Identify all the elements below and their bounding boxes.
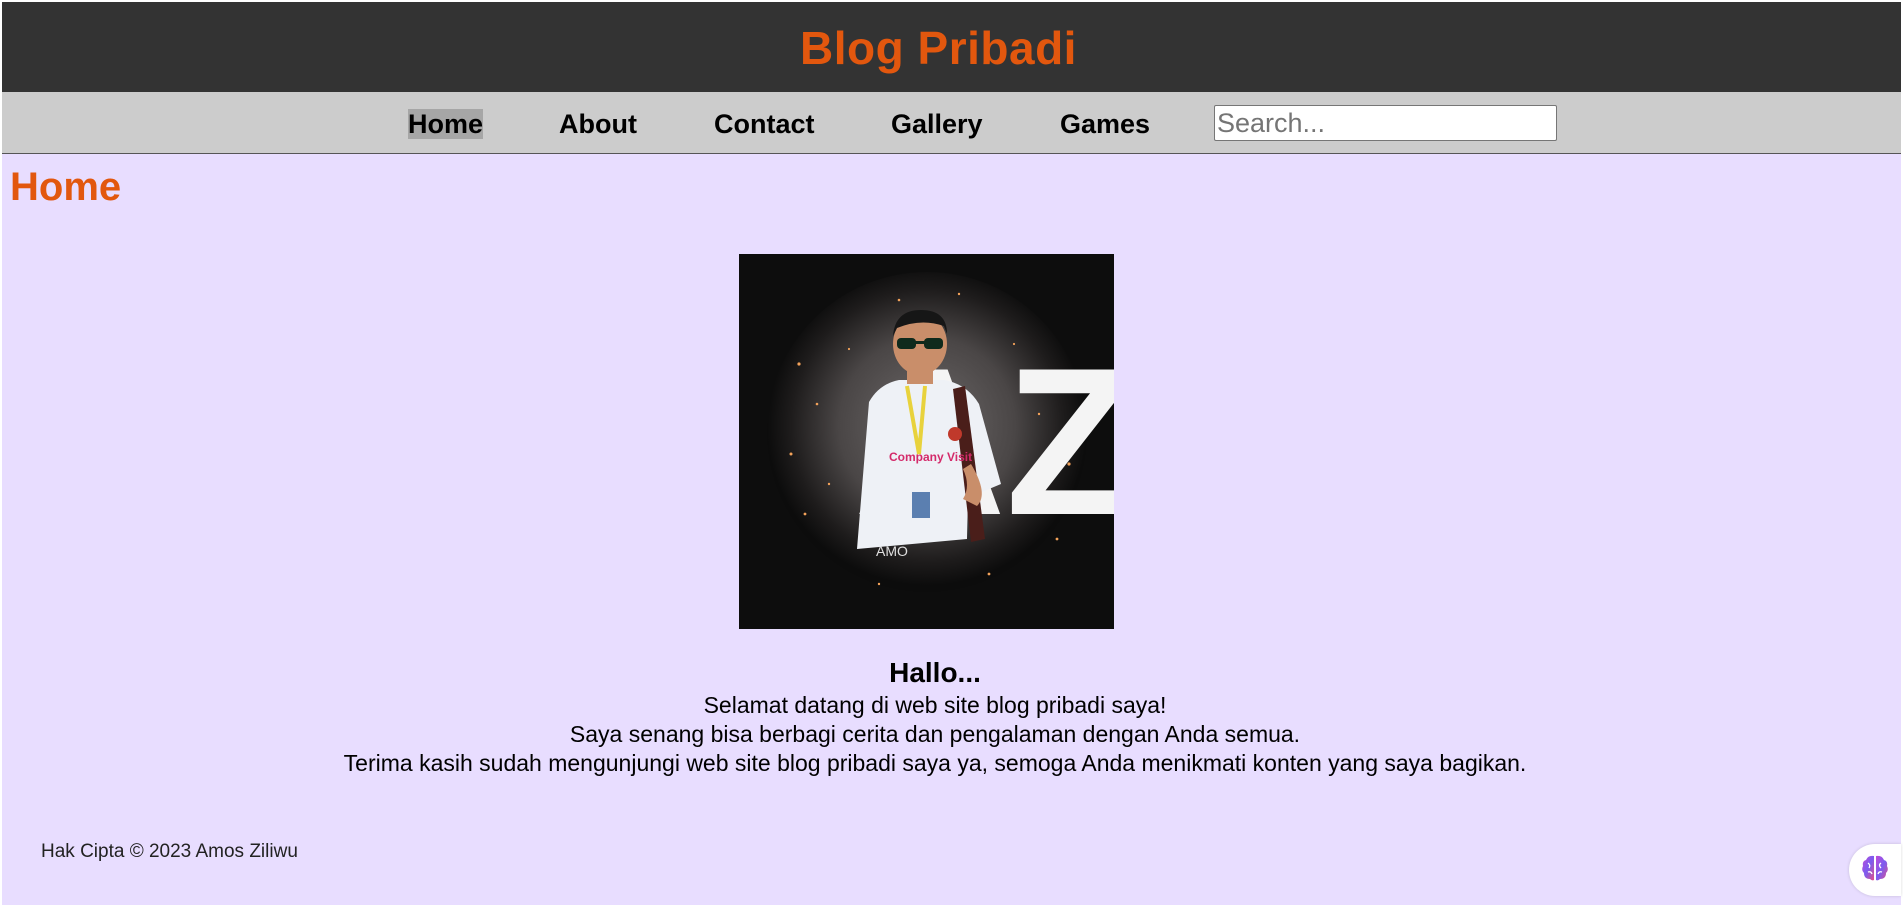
assistant-launcher-button[interactable]	[1849, 844, 1901, 896]
site-header: Blog Pribadi	[2, 2, 1901, 92]
svg-text:Company Visit: Company Visit	[889, 450, 972, 464]
nav-item-home[interactable]: Home	[408, 109, 484, 139]
nav-item-contact[interactable]: Contact	[714, 109, 815, 139]
nav-item-about[interactable]: About	[559, 109, 637, 139]
brain-icon	[1860, 853, 1890, 888]
nav-item-games[interactable]: Games	[1060, 109, 1150, 139]
search-input[interactable]	[1214, 105, 1557, 141]
photo-caption: AMO	[876, 543, 908, 559]
intro-line-1: Selamat datang di web site blog pribadi …	[703, 692, 1167, 718]
site-title: Blog Pribadi	[800, 22, 1077, 74]
intro-line-3: Terima kasih sudah mengunjungi web site …	[343, 750, 1527, 776]
greeting-heading: Hallo...	[889, 657, 981, 688]
profile-photo: AZ Compan	[739, 254, 1114, 629]
nav-item-gallery[interactable]: Gallery	[891, 109, 983, 139]
footer-copyright: Hak Cipta © 2023 Amos Ziliwu	[41, 841, 298, 862]
page-frame: Blog Pribadi Home About Contact Gallery …	[2, 2, 1901, 905]
intro-line-2: Saya senang bisa berbagi cerita dan peng…	[569, 721, 1301, 747]
nav-bar: Home About Contact Gallery Games	[2, 92, 1901, 154]
page-heading: Home	[10, 165, 122, 209]
